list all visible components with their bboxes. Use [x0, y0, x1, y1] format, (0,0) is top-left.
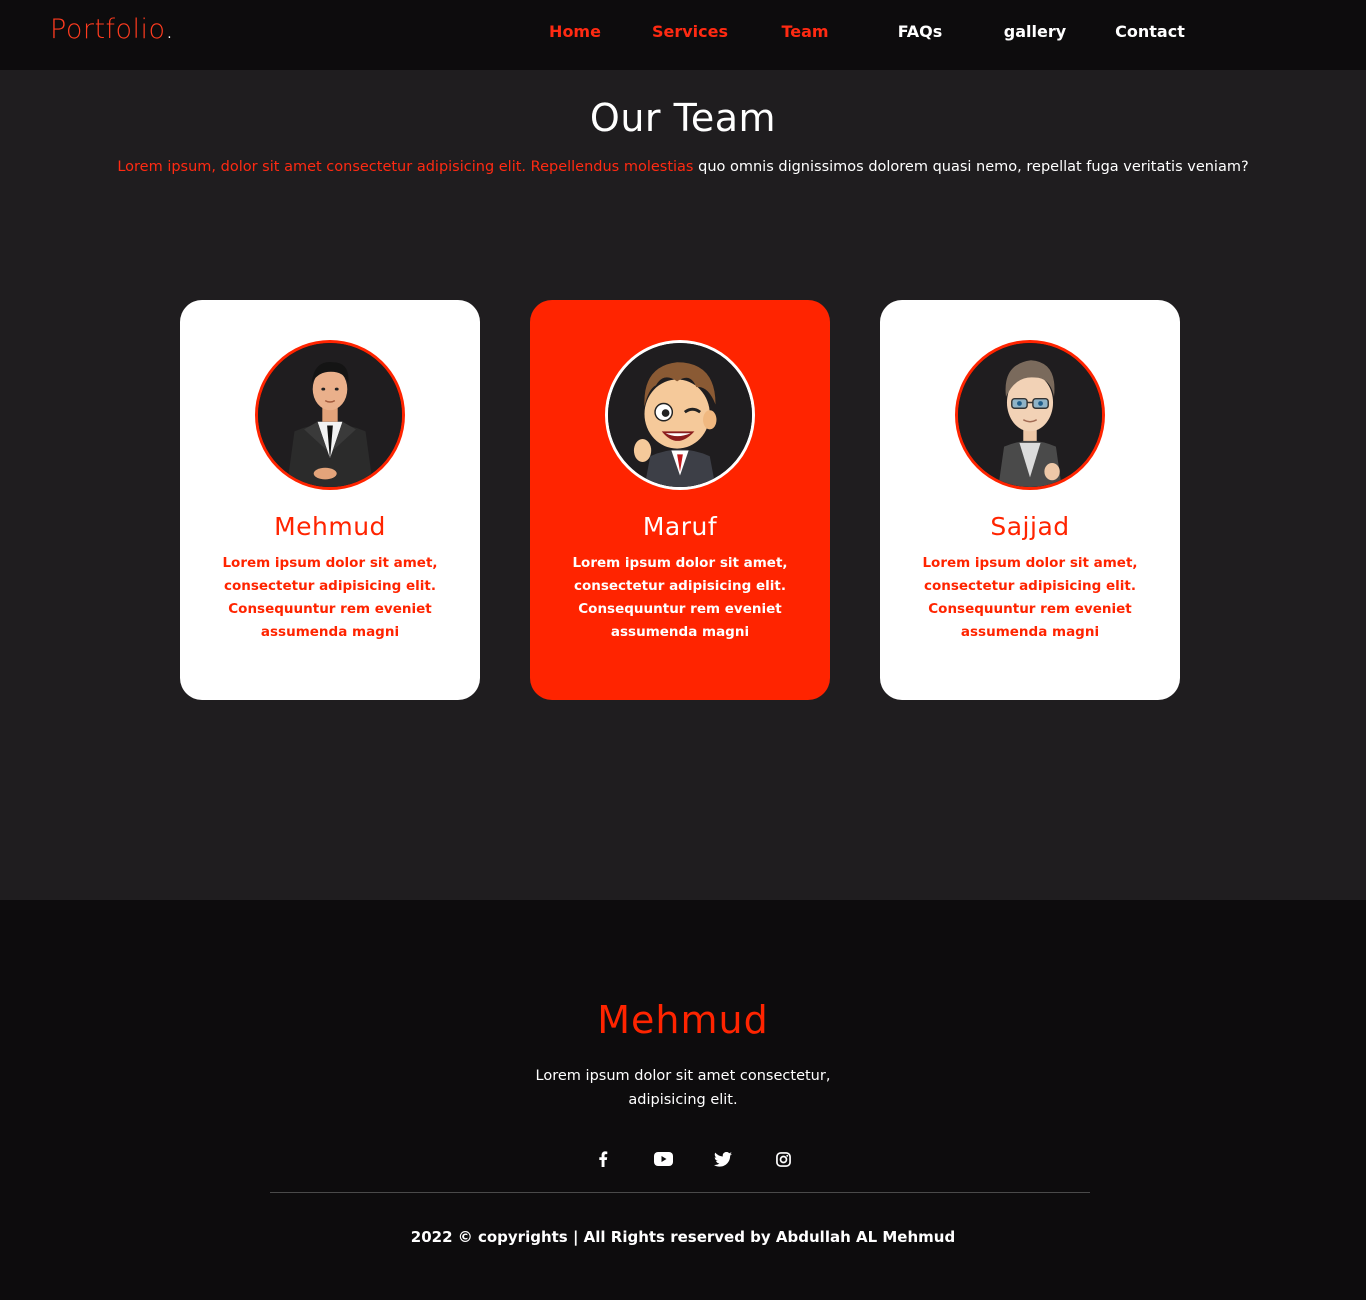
cartoon-winking-avatar — [605, 340, 755, 490]
instagram-icon[interactable] — [771, 1150, 795, 1168]
team-card-maruf[interactable]: Maruf Lorem ipsum dolor sit amet, consec… — [530, 300, 830, 700]
nav-link-team[interactable]: Team — [750, 22, 860, 41]
navbar: Portfolio. Home Services Team FAQs galle… — [0, 0, 1366, 70]
logo-dot: . — [165, 14, 175, 45]
member-name: Mehmud — [274, 512, 386, 541]
footer-divider — [270, 1192, 1090, 1193]
team-subtitle-highlight: Lorem ipsum, dolor sit amet consectetur … — [117, 159, 694, 175]
twitter-icon[interactable] — [711, 1150, 735, 1168]
nav-link-home[interactable]: Home — [520, 22, 630, 41]
member-description: Lorem ipsum dolor sit amet, consectetur … — [222, 555, 438, 640]
nav-link-faqs[interactable]: FAQs — [865, 22, 975, 41]
logo-text: Portfolio — [50, 14, 166, 45]
team-card-mehmud[interactable]: Mehmud Lorem ipsum dolor sit amet, conse… — [180, 300, 480, 700]
member-description: Lorem ipsum dolor sit amet, consectetur … — [572, 555, 788, 640]
businessman-avatar — [255, 340, 405, 490]
team-card-sajjad[interactable]: Sajjad Lorem ipsum dolor sit amet, conse… — [880, 300, 1180, 700]
nav-link-contact[interactable]: Contact — [1095, 22, 1205, 41]
logo[interactable]: Portfolio. — [50, 14, 174, 45]
footer: Mehmud Lorem ipsum dolor sit amet consec… — [0, 900, 1366, 1300]
member-name: Sajjad — [990, 512, 1070, 541]
team-subtitle: Lorem ipsum, dolor sit amet consectetur … — [0, 157, 1366, 177]
nav-link-services[interactable]: Services — [635, 22, 745, 41]
team-subtitle-rest: quo omnis dignissimos dolorem quasi nemo… — [693, 159, 1249, 175]
youtube-icon[interactable] — [651, 1150, 675, 1168]
nav-link-gallery[interactable]: gallery — [980, 22, 1090, 41]
facebook-icon[interactable] — [591, 1150, 615, 1168]
team-title: Our Team — [589, 96, 777, 140]
cartoon-glasses-avatar — [955, 340, 1105, 490]
footer-name: Mehmud — [597, 998, 769, 1042]
member-name: Maruf — [642, 512, 718, 541]
member-description: Lorem ipsum dolor sit amet, consectetur … — [922, 555, 1138, 640]
footer-description: Lorem ipsum dolor sit amet consectetur, … — [535, 1068, 831, 1108]
copyright-text: 2022 © copyrights | All Rights reserved … — [410, 1228, 956, 1246]
